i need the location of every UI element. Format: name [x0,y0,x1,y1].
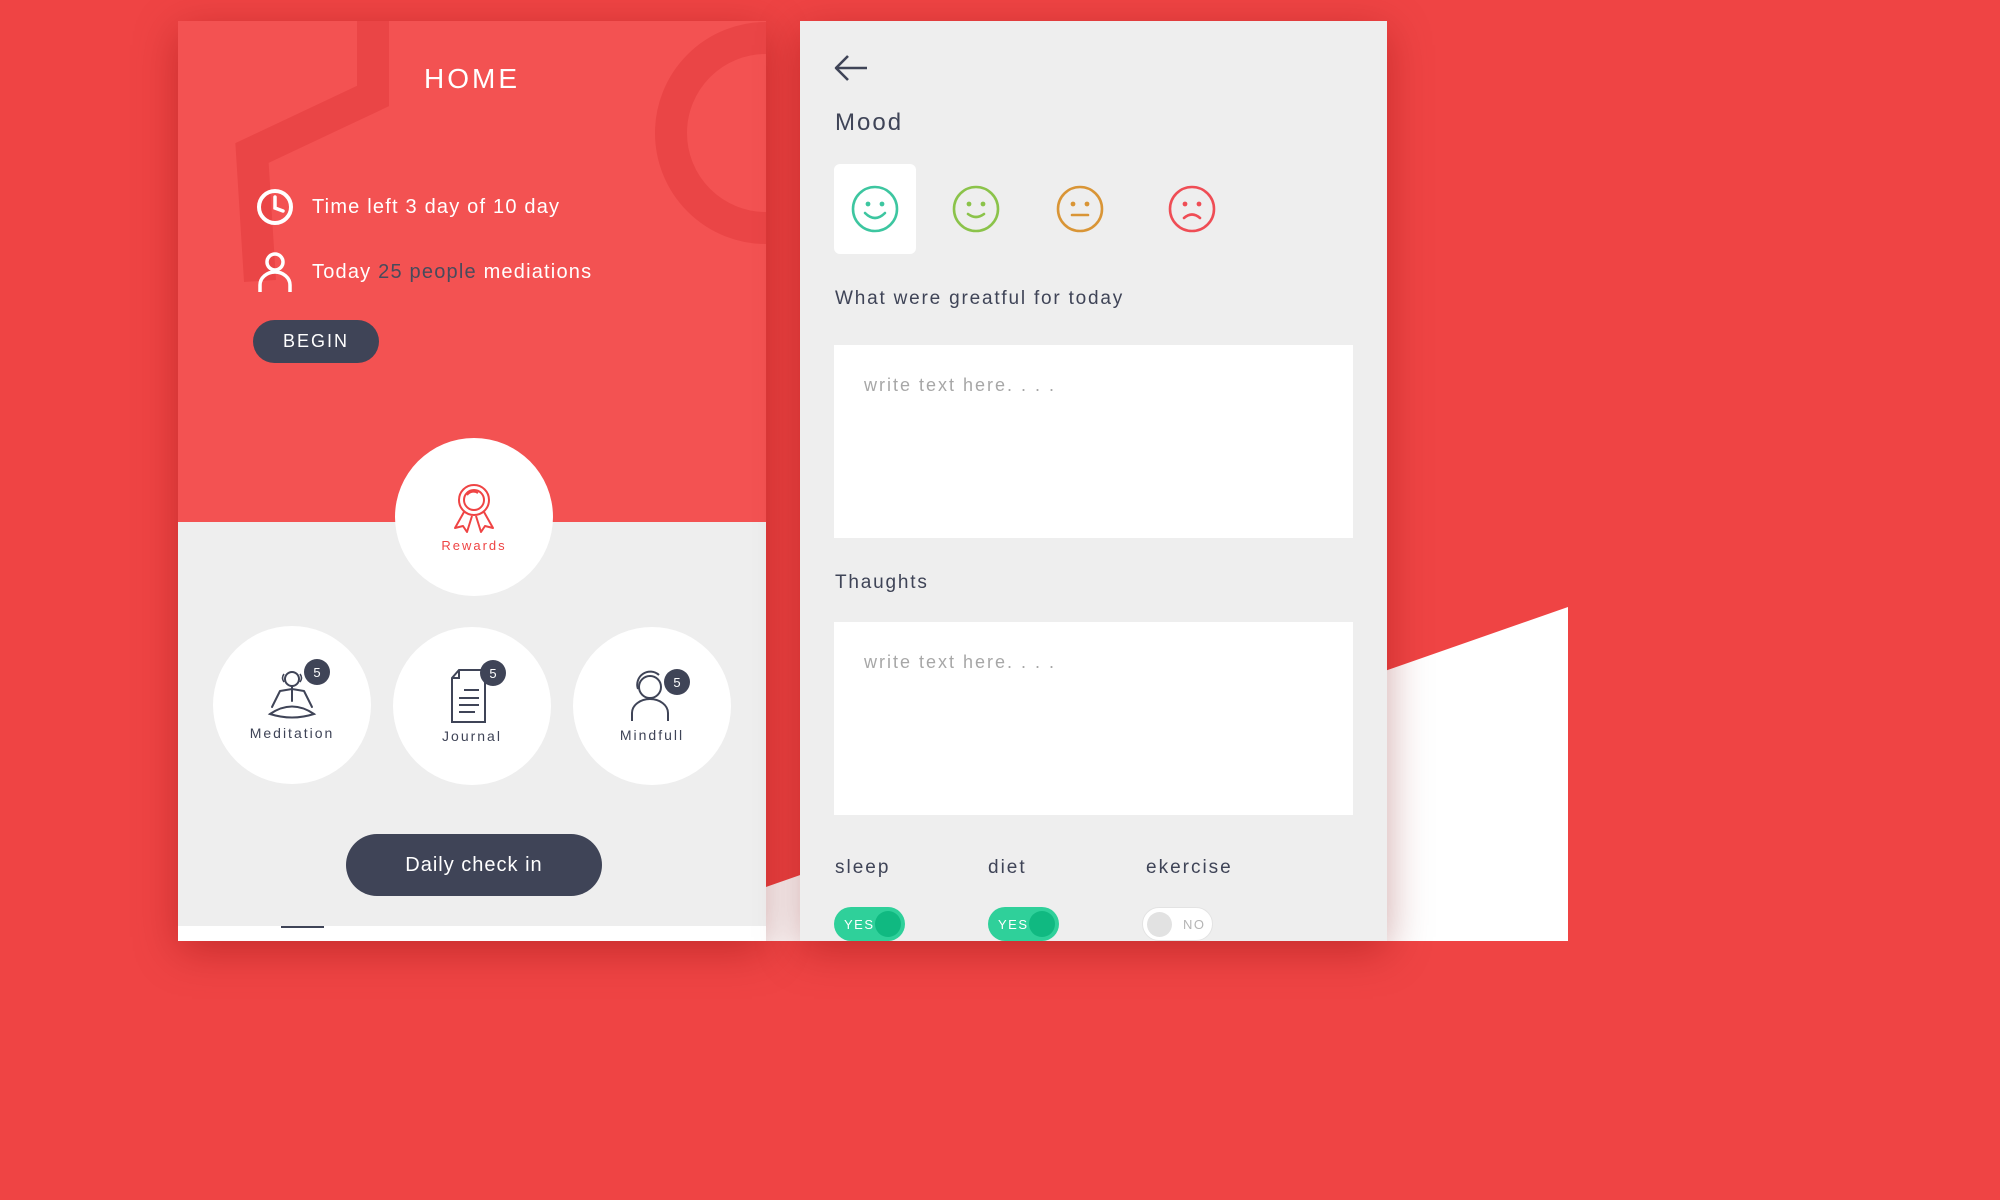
exercise-toggle-state: NO [1183,916,1206,932]
exercise-toggle[interactable]: NO [1142,907,1213,941]
mindfull-button[interactable]: Mindfull 5 [573,627,731,785]
sleep-toggle[interactable]: YES [834,907,905,941]
sleep-label: sleep [835,857,891,878]
toggle-knob [1147,912,1172,937]
arrow-left-icon[interactable] [834,54,868,82]
home-screen: HOME Time left 3 day of 10 day Today 25 … [178,21,766,941]
mood-happy[interactable] [935,164,1017,254]
gratitude-label: What were greatful for today [835,288,1125,309]
rewards-button[interactable]: Rewards [395,438,553,596]
people-count: 25 [378,260,403,283]
mindfull-badge: 5 [664,669,690,695]
mood-selector [834,164,1254,254]
mindfull-label: Mindfull [619,727,685,743]
sad-face-icon [1168,185,1216,233]
time-left-text: Time left 3 day of 10 day [312,195,561,218]
very-happy-face-icon [851,185,899,233]
rewards-label: Rewards [441,537,507,553]
gratitude-input[interactable] [834,345,1353,538]
neutral-face-icon [1056,185,1104,233]
page-title: HOME [424,63,520,94]
user-icon [258,252,292,292]
journal-button[interactable]: Journal 5 [393,627,551,785]
sleep-toggle-state: YES [844,916,875,932]
daily-check-in-button[interactable]: Daily check in [346,834,602,896]
clock-icon [257,189,293,225]
medal-icon [454,483,494,533]
bottom-nav-bar [178,926,766,941]
diet-label: diet [988,857,1027,878]
begin-button[interactable]: BEGIN [253,320,379,363]
journal-badge: 5 [480,660,506,686]
happy-face-icon [952,185,1000,233]
diet-toggle[interactable]: YES [988,907,1059,941]
mood-very-happy[interactable] [834,164,916,254]
people-suffix: mediations [476,260,593,283]
mood-sad[interactable] [1151,164,1233,254]
people-row: Today 25 people mediations [256,251,592,293]
meditation-label: Meditation [249,725,335,741]
toggle-knob [875,911,901,937]
thoughts-input[interactable] [834,622,1353,815]
time-left-row: Time left 3 day of 10 day [256,186,560,228]
mood-neutral[interactable] [1039,164,1121,254]
people-prefix: Today [312,260,379,283]
diet-toggle-state: YES [998,916,1029,932]
meditation-badge: 5 [304,659,330,685]
thoughts-label: Thaughts [835,572,929,593]
bottom-nav-indicator [281,926,324,928]
exercise-label: ekercise [1146,857,1233,878]
people-middle: people [402,260,477,283]
toggle-knob [1029,911,1055,937]
journal-label: Journal [442,728,502,744]
check-in-screen: Mood What were greatful for today write … [800,21,1387,941]
mood-title: Mood [835,109,904,136]
people-text: Today 25 people mediations [312,261,592,284]
meditation-button[interactable]: Meditation 5 [213,626,371,784]
